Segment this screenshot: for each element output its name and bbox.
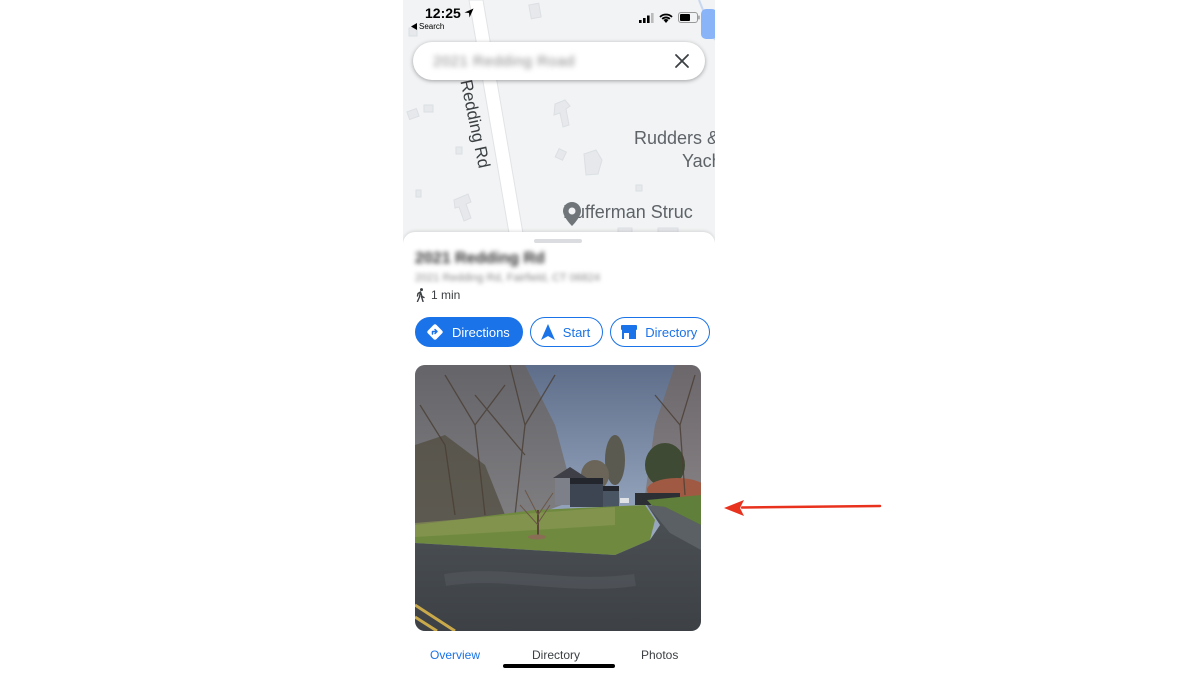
status-icons	[639, 12, 700, 23]
back-triangle-icon	[411, 23, 417, 30]
walk-time: 1 min	[415, 288, 460, 302]
walking-icon	[416, 288, 425, 302]
start-button[interactable]: Start	[529, 317, 604, 347]
wifi-icon	[659, 13, 673, 23]
map-poi[interactable]: Kufferman Struc	[563, 202, 693, 226]
directory-button[interactable]: Directory	[610, 317, 711, 347]
storefront-icon	[621, 325, 638, 339]
place-sheet: 2021 Redding Rd 2021 Redding Rd, Fairfie…	[403, 232, 715, 675]
place-address: 2021 Redding Rd, Fairfield, CT 06824	[415, 272, 601, 284]
phone-screen: Redding Rd Rudders & Yach Kufferman Stru…	[403, 0, 715, 675]
battery-icon	[678, 12, 700, 23]
poi-label: Kufferman Struc	[563, 202, 693, 222]
tab-photos[interactable]: Photos	[641, 648, 678, 662]
status-time: 12:25	[425, 5, 474, 21]
home-indicator[interactable]	[503, 664, 615, 668]
navigation-arrow-icon	[540, 324, 555, 340]
directions-button[interactable]: Directions	[415, 317, 523, 347]
drag-handle[interactable]	[534, 239, 582, 243]
annotation-arrow-icon	[724, 500, 882, 516]
map-pin-icon	[563, 202, 581, 226]
map-place-label[interactable]: Rudders &	[634, 128, 715, 149]
street-view-image	[415, 365, 701, 631]
directions-icon	[427, 324, 443, 340]
back-to-search[interactable]: Search	[411, 22, 444, 31]
street-view-photo[interactable]	[415, 365, 701, 631]
tab-directory[interactable]: Directory	[532, 648, 580, 662]
search-bar[interactable]: 2021 Redding Road	[413, 42, 705, 80]
place-tabs: Overview Directory Photos	[403, 648, 715, 672]
map-view[interactable]: Redding Rd Rudders & Yach Kufferman Stru…	[403, 0, 715, 245]
action-chips: Directions Start Directory	[415, 317, 711, 347]
place-title: 2021 Redding Rd	[415, 250, 545, 267]
tab-overview[interactable]: Overview	[430, 648, 480, 662]
map-place-label[interactable]: Yach	[682, 151, 715, 172]
search-query[interactable]: 2021 Redding Road	[433, 53, 673, 70]
status-bar: 12:25 Search	[403, 0, 715, 39]
signal-icon	[639, 12, 654, 23]
location-arrow-icon	[464, 8, 474, 18]
map-layer-tab[interactable]	[701, 9, 715, 39]
close-icon[interactable]	[673, 52, 691, 70]
